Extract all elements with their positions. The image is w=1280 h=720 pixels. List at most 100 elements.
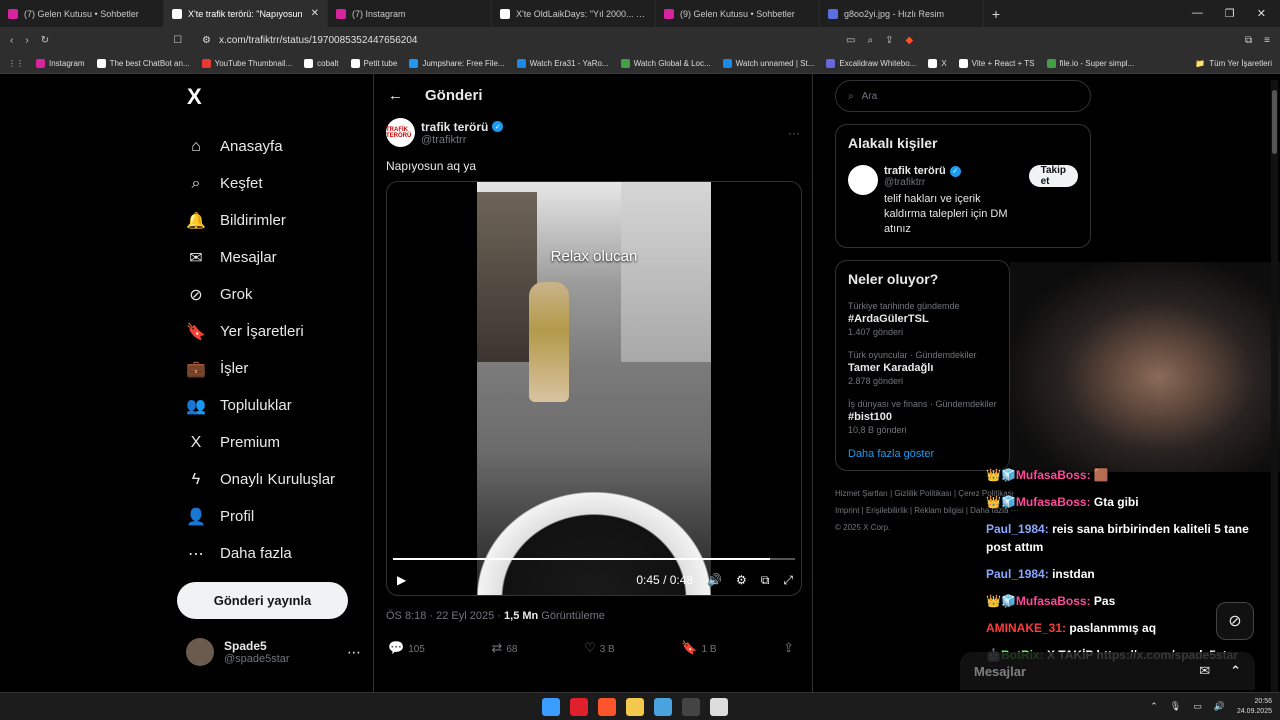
nav-item-profil[interactable]: 👤 Profil — [177, 498, 367, 535]
trend-item[interactable]: Türkiye tarihinde gündemde #ArdaGülerTSL 1… — [848, 301, 997, 337]
bookmark-button[interactable]: 🔖 1 B — [681, 640, 716, 656]
extensions-icon[interactable]: ⧉ — [1245, 35, 1252, 46]
cast-icon[interactable]: ▭ — [846, 35, 855, 46]
like-button[interactable]: ♡ 3 B — [584, 640, 615, 656]
bookmark-item[interactable]: file.io - Super simpl... — [1046, 58, 1134, 68]
bookmark-item[interactable]: Watch unnamed | St... — [722, 58, 814, 68]
nav-item-onayl-kurulu-lar[interactable]: ϟ Onaylı Kuruluşlar — [177, 461, 367, 498]
apps-icon[interactable]: ⋮⋮ — [8, 59, 24, 68]
browser-tab[interactable]: g8oo2yi.jpg - Hızlı Resim — [820, 0, 984, 27]
brave-icon[interactable] — [598, 697, 616, 716]
windows-start-icon[interactable] — [542, 697, 560, 716]
search-box[interactable]: ⌕ Ara — [835, 80, 1091, 112]
related-avatar[interactable] — [848, 165, 878, 195]
video-frame[interactable]: Relax olucan — [477, 182, 711, 595]
scrollbar-thumb[interactable] — [1272, 90, 1277, 154]
author-avatar[interactable]: TRAFİK TERÖRÜ — [386, 118, 415, 147]
notes-icon[interactable] — [710, 697, 728, 716]
bookmark-item[interactable]: YouTube Thumbnail... — [201, 58, 292, 68]
opera-icon[interactable] — [570, 697, 588, 716]
zoom-icon[interactable]: ⌕ — [868, 35, 874, 46]
author-name[interactable]: trafik terörü — [421, 120, 488, 134]
bookmark-item[interactable]: Petit tube — [350, 58, 398, 68]
browser-tab[interactable]: X'te OldLaikDays: "Yıl 2000... Polisler — [492, 0, 656, 27]
post-timestamp[interactable]: ÖS 8:18 · 22 Eyl 2025 · — [386, 610, 504, 622]
close-window-icon[interactable]: ✕ — [1257, 7, 1266, 20]
clock[interactable]: 20:56 24.09.2025 — [1237, 697, 1272, 717]
nav-item-anasayfa[interactable]: ⌂ Anasayfa — [177, 128, 367, 165]
nav-item-i-ler[interactable]: 💼 İşler — [177, 350, 367, 387]
new-message-icon[interactable]: ✉ — [1199, 663, 1210, 679]
url-field[interactable]: ⚙ x.com/trafiktrr/status/197008535244765… — [194, 30, 835, 50]
share-icon[interactable]: ⇪ — [885, 35, 893, 46]
follow-button[interactable]: Takip et — [1028, 165, 1078, 187]
trend-item[interactable]: İş dünyası ve finans · Gündemdekiler #bis… — [848, 399, 997, 435]
repost-button[interactable]: ⇄ 68 — [491, 640, 517, 656]
video-player[interactable]: Relax olucan ▶ 0:45 / 0:48 🔊 ⚙ ⧉ ⤢ — [386, 181, 802, 596]
folder-icon[interactable] — [626, 697, 644, 716]
messages-drawer[interactable]: Mesajlar ✉ ⌃ — [960, 652, 1255, 690]
new-tab-icon[interactable]: + — [984, 6, 1008, 22]
related-person[interactable]: trafik terörü ✓ @trafiktrr telif hakları … — [848, 165, 1078, 237]
all-bookmarks[interactable]: 📁 Tüm Yer İşaretleri — [1195, 59, 1272, 68]
bookmark-page-icon[interactable]: ☐ — [173, 35, 182, 46]
menu-icon[interactable]: ≡ — [1264, 35, 1270, 46]
back-arrow-icon[interactable]: ← — [388, 87, 403, 104]
nav-item-premium[interactable]: X Premium — [177, 424, 367, 461]
app-icon[interactable] — [654, 697, 672, 716]
author-handle[interactable]: @trafiktrr — [421, 134, 503, 146]
reload-icon[interactable]: ↻ — [41, 35, 49, 46]
play-icon[interactable]: ▶ — [397, 573, 406, 587]
restore-icon[interactable]: ❐ — [1225, 7, 1235, 20]
show-more-link[interactable]: Daha fazla göster — [848, 448, 997, 460]
nav-item-ke-fet[interactable]: ⌕ Keşfet — [177, 165, 367, 202]
obs-icon[interactable] — [682, 697, 700, 716]
minimize-icon[interactable]: — — [1192, 7, 1203, 20]
expand-icon[interactable]: ⌃ — [1230, 663, 1241, 679]
nav-item-yer-i-aretleri[interactable]: 🔖 Yer İşaretleri — [177, 313, 367, 350]
account-switcher[interactable]: Spade5 @spade5star ⋯ — [186, 638, 361, 666]
bookmark-label: Petit tube — [363, 58, 398, 68]
display-icon[interactable]: ▭ — [1193, 701, 1202, 712]
video-progress-bar[interactable] — [393, 558, 795, 560]
browser-tab[interactable]: X'te trafik terörü: "Napıyosun ✕ — [164, 0, 328, 27]
browser-tab[interactable]: (7) Gelen Kutusu • Sohbetler — [0, 0, 164, 27]
browser-tab[interactable]: (7) Instagram — [328, 0, 492, 27]
post-button[interactable]: Gönderi yayınla — [177, 582, 348, 619]
bookmark-item[interactable]: Watch Global & Loc... — [620, 58, 711, 68]
bookmark-item[interactable]: Vite + React + TS — [958, 58, 1035, 68]
fullscreen-icon[interactable]: ⤢ — [783, 573, 793, 588]
bookmark-item[interactable]: X — [928, 58, 947, 68]
back-icon[interactable]: ‹ — [10, 35, 13, 46]
share-button[interactable]: ⇪ — [783, 640, 798, 656]
volume-icon[interactable]: 🔊 — [707, 573, 722, 587]
nav-item-mesajlar[interactable]: ✉ Mesajlar — [177, 239, 367, 276]
post-more-icon[interactable]: ··· — [788, 126, 800, 140]
nav-item-grok[interactable]: ⊘ Grok — [177, 276, 367, 313]
reply-button[interactable]: 💬 105 — [388, 640, 425, 656]
close-tab-icon[interactable]: ✕ — [311, 8, 319, 19]
trend-item[interactable]: Türk oyuncular · Gündemdekiler Tamer Kara… — [848, 350, 997, 386]
settings-icon[interactable]: ⚙ — [736, 573, 747, 587]
speaker-icon[interactable]: 🔊 — [1214, 701, 1225, 712]
scrollbar[interactable] — [1271, 80, 1278, 692]
bookmark-item[interactable]: Excalidraw Whitebo... — [826, 58, 916, 68]
related-name[interactable]: trafik terörü — [884, 165, 946, 177]
bookmark-item[interactable]: Watch Era31 - YaRo... — [516, 58, 609, 68]
mic-icon[interactable]: 🎙 — [1170, 701, 1181, 712]
brave-shield-icon[interactable]: ◆ — [906, 35, 914, 46]
bookmark-item[interactable]: The best ChatBot an... — [96, 58, 190, 68]
nav-item-topluluklar[interactable]: 👥 Topluluklar — [177, 387, 367, 424]
bookmark-item[interactable]: Jumpshare: Free File... — [409, 58, 505, 68]
x-logo[interactable]: X — [187, 84, 367, 110]
site-info-icon[interactable]: ⚙ — [202, 35, 211, 46]
browser-tab[interactable]: (9) Gelen Kutusu • Sohbetler — [656, 0, 820, 27]
pip-icon[interactable]: ⧉ — [761, 573, 770, 588]
nav-item-bildirimler[interactable]: 🔔 Bildirimler — [177, 202, 367, 239]
nav-item-daha-fazla[interactable]: ⋯ Daha fazla — [177, 535, 367, 572]
forward-icon[interactable]: › — [25, 35, 28, 46]
bookmark-item[interactable]: Instagram — [36, 58, 85, 68]
grok-icon[interactable]: ⊘ — [1216, 602, 1254, 640]
chevron-up-icon[interactable]: ⌃ — [1150, 701, 1158, 712]
bookmark-item[interactable]: cobalt — [304, 58, 339, 68]
